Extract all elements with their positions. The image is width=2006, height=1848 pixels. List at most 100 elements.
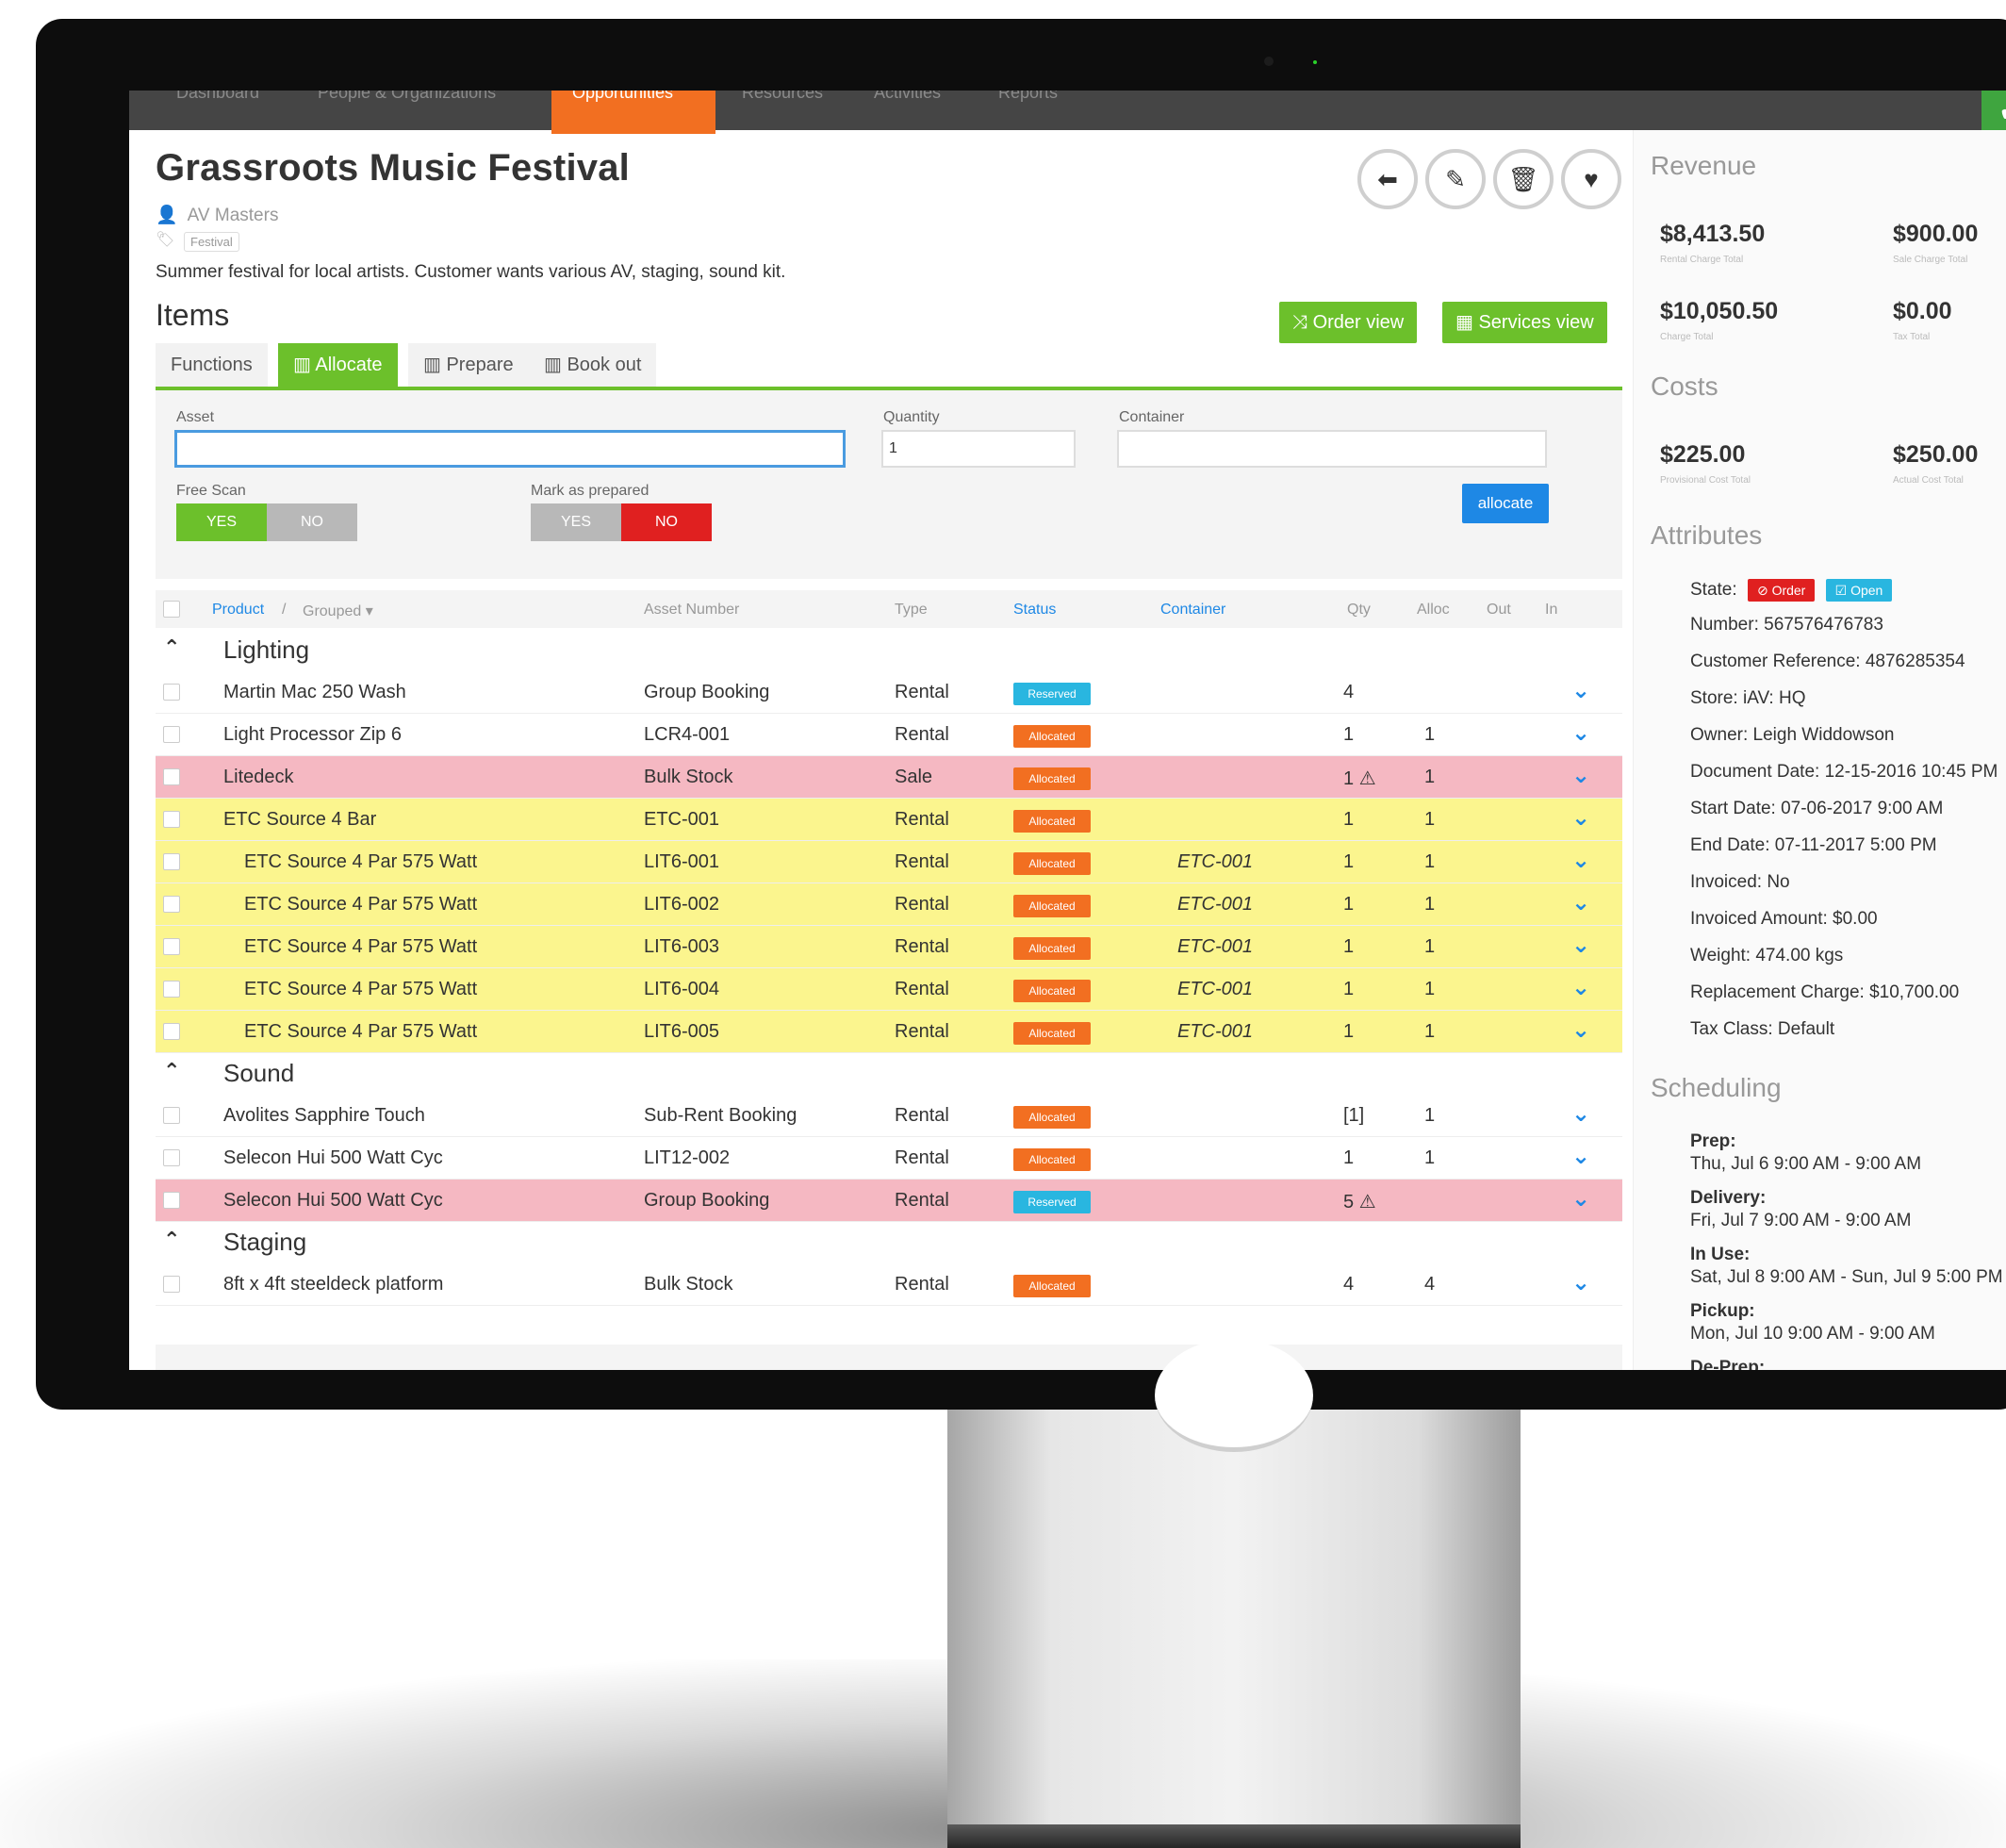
table-row[interactable]: ETC Source 4 Par 575 Watt LIT6-001 Rental A… <box>156 841 1622 883</box>
chevron-down-icon[interactable]: ⌄ <box>1571 889 1590 916</box>
free-scan-yes[interactable]: YES <box>176 503 267 541</box>
product-name[interactable]: ETC Source 4 Bar <box>223 809 376 831</box>
alloc-value: 1 <box>1424 809 1436 830</box>
row-checkbox[interactable] <box>163 896 180 913</box>
chevron-down-icon[interactable]: ⌄ <box>1571 1016 1590 1044</box>
row-checkbox[interactable] <box>163 1276 180 1293</box>
product-name[interactable]: ETC Source 4 Par 575 Watt <box>244 936 477 958</box>
tab-prepare[interactable]: ▥ Prepare <box>408 343 529 387</box>
services-view-button[interactable]: ▦ Services view <box>1442 302 1607 343</box>
row-checkbox[interactable] <box>163 981 180 998</box>
nav-item-resources[interactable]: Resources <box>742 91 823 130</box>
table-row[interactable]: Martin Mac 250 Wash Group Booking Rental Re… <box>156 671 1622 714</box>
chevron-down-icon[interactable]: ⌄ <box>1571 1269 1590 1296</box>
product-name[interactable]: Light Processor Zip 6 <box>223 724 402 746</box>
row-checkbox[interactable] <box>163 938 180 955</box>
group-header-lighting[interactable]: ⌃ Lighting <box>156 630 1622 671</box>
table-row[interactable]: Light Processor Zip 6 LCR4-001 Rental Alloc… <box>156 714 1622 756</box>
table-row[interactable]: Selecon Hui 500 Watt Cyc Group Booking Ren… <box>156 1180 1622 1222</box>
owner[interactable]: 👤 AV Masters <box>156 204 278 226</box>
chevron-down-icon[interactable]: ⌄ <box>1571 1185 1590 1213</box>
mark-prepared-yes[interactable]: YES <box>531 503 621 541</box>
chevron-down-icon[interactable]: ⌄ <box>1571 1143 1590 1170</box>
chevron-down-icon[interactable]: ⌄ <box>1571 762 1590 789</box>
table-row[interactable]: ETC Source 4 Par 575 Watt LIT6-002 Rental A… <box>156 883 1622 926</box>
table-row[interactable]: Litedeck Bulk Stock Sale Allocated 1 ⚠ 1 ⌄ <box>156 756 1622 799</box>
row-checkbox[interactable] <box>163 726 180 743</box>
monitor-stand <box>947 1410 1521 1843</box>
row-checkbox[interactable] <box>163 853 180 870</box>
tab-functions[interactable]: Functions <box>156 343 268 387</box>
table-row[interactable]: 8ft x 4ft steeldeck platform Bulk Stock Re… <box>156 1263 1622 1306</box>
product-name[interactable]: Litedeck <box>223 767 294 788</box>
nav-item-activities[interactable]: Activities <box>874 91 941 130</box>
mark-prepared-no[interactable]: NO <box>621 503 712 541</box>
back-arrow-icon[interactable]: ⬅ <box>1357 149 1418 209</box>
product-name[interactable]: ETC Source 4 Par 575 Watt <box>244 851 477 873</box>
row-checkbox[interactable] <box>163 1192 180 1209</box>
row-checkbox[interactable] <box>163 1149 180 1166</box>
chevron-up-icon[interactable]: ⌃ <box>163 1059 180 1083</box>
table-row[interactable]: Selecon Hui 500 Watt Cyc LIT12-002 Rental A… <box>156 1137 1622 1180</box>
product-name[interactable]: Avolites Sapphire Touch <box>223 1105 425 1127</box>
item-type: Rental <box>895 1274 949 1295</box>
check-icon[interactable]: ✔ <box>1981 91 2006 136</box>
allocate-button[interactable]: allocate <box>1462 484 1549 523</box>
asset-input[interactable] <box>174 430 846 468</box>
tab-book-out[interactable]: ▥ Book out <box>529 343 657 387</box>
nav-item-opportunities[interactable]: Opportunities <box>551 91 715 134</box>
chevron-down-icon[interactable]: ⌄ <box>1571 1100 1590 1128</box>
product-name[interactable]: 8ft x 4ft steeldeck platform <box>223 1274 443 1295</box>
group-header-sound[interactable]: ⌃ Sound <box>156 1053 1622 1095</box>
chevron-down-icon[interactable]: ⌄ <box>1571 847 1590 874</box>
group-header-staging[interactable]: ⌃ Staging <box>156 1222 1622 1263</box>
attribute-item: Store: iAV: HQ <box>1690 688 1806 708</box>
row-checkbox[interactable] <box>163 1023 180 1040</box>
chevron-down-icon[interactable]: ⌄ <box>1571 677 1590 704</box>
product-name[interactable]: Selecon Hui 500 Watt Cyc <box>223 1147 443 1169</box>
alloc-value: 1 <box>1424 936 1436 957</box>
chevron-up-icon[interactable]: ⌃ <box>163 1228 180 1252</box>
select-all-checkbox[interactable] <box>163 601 180 618</box>
free-scan-no[interactable]: NO <box>267 503 357 541</box>
nav-item-reports[interactable]: Reports <box>998 91 1058 130</box>
table-row[interactable]: ETC Source 4 Par 575 Watt LIT6-005 Rental A… <box>156 1011 1622 1053</box>
table-row[interactable]: Avolites Sapphire Touch Sub-Rent Booking R… <box>156 1095 1622 1137</box>
product-name[interactable]: ETC Source 4 Par 575 Watt <box>244 894 477 916</box>
quantity-input[interactable]: 1 <box>881 430 1076 468</box>
chevron-up-icon[interactable]: ⌃ <box>163 635 180 660</box>
table-row[interactable]: ETC Source 4 Par 575 Watt LIT6-003 Rental A… <box>156 926 1622 968</box>
order-view-button[interactable]: ⤨ Order view <box>1279 302 1418 343</box>
heart-icon[interactable]: ♥ <box>1561 149 1621 209</box>
product-name[interactable]: ETC Source 4 Par 575 Watt <box>244 1021 477 1043</box>
row-checkbox[interactable] <box>163 684 180 701</box>
actual-cost-total: $250.00 <box>1893 441 1979 468</box>
trash-icon[interactable]: 🗑 <box>1493 149 1554 209</box>
container-value: ETC-001 <box>1177 936 1254 957</box>
nav-item-people[interactable]: People & Organizations <box>318 91 496 130</box>
table-footer <box>156 1345 1622 1370</box>
row-checkbox[interactable] <box>163 811 180 828</box>
col-product[interactable]: Product <box>212 602 264 619</box>
nav-item-dashboard[interactable]: Dashboard <box>176 91 259 130</box>
container-input[interactable] <box>1117 430 1547 468</box>
row-checkbox[interactable] <box>163 768 180 785</box>
col-grouped[interactable]: Grouped ▾ <box>303 602 373 620</box>
chevron-down-icon[interactable]: ⌄ <box>1571 719 1590 747</box>
status-badge: Allocated <box>1013 810 1091 833</box>
item-type: Rental <box>895 1021 949 1042</box>
col-container[interactable]: Container <box>1160 602 1225 619</box>
tag-badge[interactable]: Festival <box>184 232 239 252</box>
product-name[interactable]: Martin Mac 250 Wash <box>223 682 406 703</box>
col-status[interactable]: Status <box>1013 602 1056 619</box>
product-name[interactable]: ETC Source 4 Par 575 Watt <box>244 979 477 1000</box>
chevron-down-icon[interactable]: ⌄ <box>1571 974 1590 1001</box>
pencil-icon[interactable]: ✎ <box>1425 149 1486 209</box>
chevron-down-icon[interactable]: ⌄ <box>1571 804 1590 832</box>
chevron-down-icon[interactable]: ⌄ <box>1571 932 1590 959</box>
row-checkbox[interactable] <box>163 1107 180 1124</box>
table-row[interactable]: ETC Source 4 Par 575 Watt LIT6-004 Rental A… <box>156 968 1622 1011</box>
product-name[interactable]: Selecon Hui 500 Watt Cyc <box>223 1190 443 1212</box>
tab-allocate[interactable]: ▥ Allocate <box>278 343 398 387</box>
table-row[interactable]: ETC Source 4 Bar ETC-001 Rental Allocated 1 1… <box>156 799 1622 841</box>
